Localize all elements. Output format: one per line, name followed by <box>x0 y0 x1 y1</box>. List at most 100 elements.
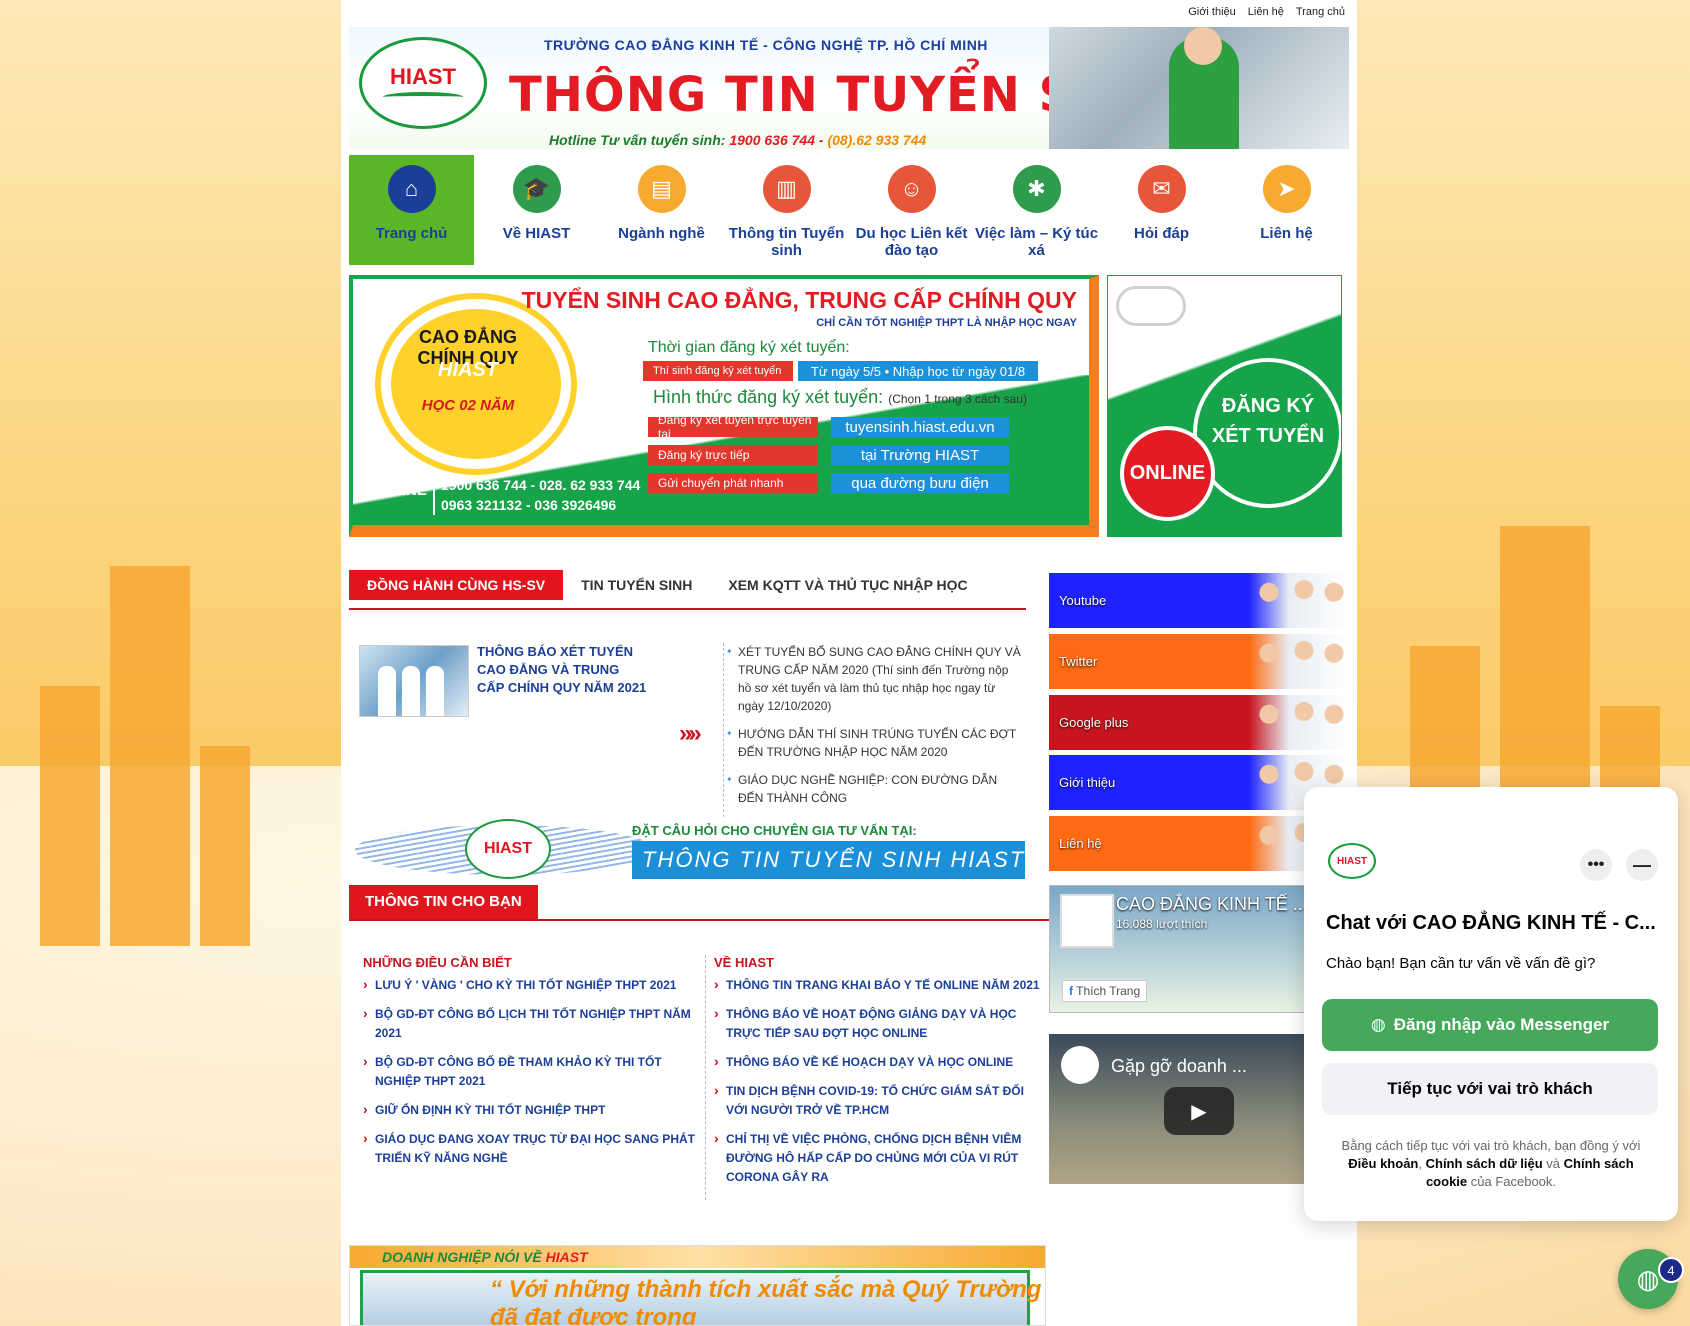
more-options-icon[interactable]: ••• <box>1580 849 1612 881</box>
list-item[interactable]: CHỈ THỊ VỀ VIỆC PHÒNG, CHỐNG DỊCH BỆNH V… <box>714 1129 1040 1187</box>
list-item[interactable]: THÔNG BÁO VỀ HOẠT ĐỘNG GIẢNG DẠY VÀ HỌC … <box>714 1004 1040 1043</box>
nav-majors[interactable]: ▤ Ngành nghề <box>599 155 724 265</box>
youtube-channel-avatar[interactable] <box>1061 1046 1099 1084</box>
banner-hotline-line-1: 1900 636 744 - 028. 62 933 744 <box>441 477 641 493</box>
chat-title: Chat với CAO ĐẲNG KINH TẾ - C... <box>1326 912 1656 934</box>
ask-box: THÔNG TIN TUYỂN SINH HIAST <box>632 841 1025 879</box>
double-arrow-icon[interactable]: »» <box>679 720 702 748</box>
list-item[interactable]: TIN DỊCH BỆNH COVID-19: TỔ CHỨC GIÁM SÁT… <box>714 1081 1040 1120</box>
page-container: Giới thiệu Liên hệ Trang chủ HIAST TRƯỜN… <box>341 0 1357 1326</box>
list-item[interactable]: XÉT TUYỂN BỔ SUNG CAO ĐẲNG CHÍNH QUY VÀ … <box>726 643 1023 715</box>
time-label: Thời gian đăng ký xét tuyển: <box>648 339 850 356</box>
play-button-icon[interactable]: ▶ <box>1164 1087 1234 1135</box>
ask-expert-banner[interactable]: HIAST ĐẶT CÂU HỎI CHO CHUYÊN GIA TƯ VẤN … <box>355 815 1025 885</box>
admissions-banner[interactable]: CAO ĐẲNG CHÍNH QUY HIAST HỌC 02 NĂM TUYỂ… <box>349 275 1099 537</box>
badge-brand: HIAST <box>438 359 498 381</box>
hotline-label: Hotline Tư vấn tuyển sinh: <box>549 132 726 148</box>
nav-about[interactable]: 🎓 Về HIAST <box>474 155 599 265</box>
list-item[interactable]: GIÁO DỤC ĐANG XOAY TRỤC TỪ ĐẠI HỌC SANG … <box>363 1129 698 1168</box>
nav-faq[interactable]: ✉ Hỏi đáp <box>1099 155 1224 265</box>
top-link-home[interactable]: Trang chủ <box>1296 6 1345 18</box>
side-link-label: Twitter <box>1059 654 1098 669</box>
method-1-label: Đăng ký xét tuyển trực tuyến tại <box>648 413 818 441</box>
list-item[interactable]: BỘ GD-ĐT CÔNG BỐ ĐỀ THAM KHẢO KỲ THI TỐT… <box>363 1052 698 1091</box>
nav-label: Liên hệ <box>1260 225 1313 242</box>
side-link-label: Youtube <box>1059 593 1107 608</box>
featured-news-thumbnail[interactable] <box>359 645 469 717</box>
list-item[interactable]: GIỮ ỔN ĐỊNH KỲ THI TỐT NGHIỆP THPT <box>363 1100 698 1120</box>
logo-text: HIAST <box>390 64 456 89</box>
online-badge: ONLINE <box>1120 426 1215 521</box>
lightbulb-icon: ✱ <box>1012 165 1061 213</box>
banner-title: TUYỂN SINH CAO ĐẲNG, TRUNG CẤP CHÍNH QUY <box>521 287 1077 313</box>
nav-admissions[interactable]: ▥ Thông tin Tuyển sinh <box>724 155 849 265</box>
chat-terms: Bằng cách tiếp tục với vai trò khách, bạ… <box>1326 1137 1656 1191</box>
register-title: ĐĂNG KÝ XÉT TUYỂN <box>1211 395 1325 447</box>
hiast-logo[interactable]: HIAST <box>359 37 487 129</box>
messenger-login-button[interactable]: ◍ Đăng nhập vào Messenger <box>1322 999 1658 1051</box>
messenger-bubble-button[interactable]: ◍ 4 <box>1618 1249 1684 1309</box>
list-item[interactable]: HƯỚNG DẪN THÍ SINH TRÚNG TUYỂN CÁC ĐỢT Đ… <box>726 725 1023 761</box>
featured-news-title[interactable]: THÔNG BÁO XÉT TUYỂN CAO ĐẲNG VÀ TRUNG CẤ… <box>477 643 647 697</box>
method-note: (Chọn 1 trong 3 cách sau) <box>888 392 1027 406</box>
minimize-icon[interactable]: — <box>1626 849 1658 881</box>
testimonial-quote: “ Với những thành tích xuất sắc mà Quý T… <box>490 1276 1042 1326</box>
student-icon: ☺ <box>887 165 936 213</box>
continue-as-guest-button[interactable]: Tiếp tục với vai trò khách <box>1322 1063 1658 1115</box>
nav-study-abroad[interactable]: ☺ Du học Liên kết đào tạo <box>849 155 974 265</box>
unread-count-badge: 4 <box>1658 1257 1684 1283</box>
graduation-cap-icon: 🎓 <box>512 165 561 213</box>
method-label: Hình thức đăng ký xét tuyển: (Chọn 1 tro… <box>653 387 1027 408</box>
chat-page-logo: HIAST <box>1328 843 1376 879</box>
facebook-like-label: Thích Trang <box>1076 984 1141 998</box>
banner-hotline-label: HOTLINE <box>361 482 427 499</box>
business-testimonial[interactable]: DOANH NGHIỆP NÓI VỀ HIAST “ Với những th… <box>349 1245 1046 1326</box>
tab-student-support[interactable]: ĐỒNG HÀNH CÙNG HS-SV <box>349 570 564 600</box>
side-link-label: Liên hệ <box>1059 836 1102 851</box>
banner-subtitle: CHỈ CẦN TỐT NGHIỆP THPT LÀ NHẬP HỌC NGAY <box>816 317 1077 329</box>
terms-link[interactable]: Điều khoản <box>1348 1156 1418 1171</box>
list-item[interactable]: THÔNG TIN TRANG KHAI BÁO Y TẾ ONLINE NĂM… <box>714 975 1040 995</box>
header-hotline: Hotline Tư vấn tuyển sinh: 1900 636 744 … <box>549 132 926 148</box>
method-2-value: tại Trường HIAST <box>831 445 1009 465</box>
facebook-like-page-button[interactable]: f Thích Trang <box>1062 980 1148 1002</box>
list-item[interactable]: GIÁO DỤC NGHỀ NGHIỆP: CON ĐƯỜNG DẪN ĐẾN … <box>726 771 1023 807</box>
news-list: XÉT TUYỂN BỔ SUNG CAO ĐẲNG CHÍNH QUY VÀ … <box>723 643 1023 817</box>
tab-results[interactable]: XEM KQTT VÀ THỦ TỤC NHẬP HỌC <box>710 570 985 600</box>
student-figure <box>426 666 444 716</box>
chat-greeting: Chào bạn! Bạn cần tư vấn về vấn đề gì? <box>1326 955 1596 972</box>
student-head <box>1184 27 1222 65</box>
list-item[interactable]: LƯU Ý ' VÀNG ' CHO KỲ THI TỐT NGHIỆP THP… <box>363 975 698 995</box>
main-nav: ⌂ Trang chủ 🎓 Về HIAST ▤ Ngành nghề ▥ Th… <box>349 155 1349 265</box>
time-pill: Thí sinh đăng ký xét tuyển <box>643 361 793 381</box>
people-photo <box>1249 573 1349 628</box>
column-title: VỀ HIAST <box>714 955 774 970</box>
badge-duration: HỌC 02 NĂM <box>421 397 515 414</box>
tab-admission-news[interactable]: TIN TUYỂN SINH <box>563 570 710 600</box>
hiast-logo-small: HIAST <box>465 819 551 879</box>
student-figure <box>402 666 420 716</box>
nav-label: Việc làm – Ký túc xá <box>974 225 1099 259</box>
side-link-twitter[interactable]: Twitter <box>1049 634 1349 689</box>
nav-jobs-dorm[interactable]: ✱ Việc làm – Ký túc xá <box>974 155 1099 265</box>
nav-contact[interactable]: ➤ Liên hệ <box>1224 155 1349 265</box>
books-icon: ▥ <box>762 165 811 213</box>
youtube-video-title[interactable]: Gặp gỡ doanh ... <box>1111 1056 1247 1077</box>
school-name: TRƯỜNG CAO ĐẲNG KINH TẾ - CÔNG NGHỆ TP. … <box>544 37 988 53</box>
register-online-banner[interactable]: ĐĂNG KÝ XÉT TUYỂN ONLINE <box>1107 275 1342 537</box>
data-policy-link[interactable]: Chính sách dữ liệu <box>1426 1156 1543 1171</box>
logo-arc <box>383 92 463 102</box>
facebook-page-title[interactable]: CAO ĐẲNG KINH TẾ ... <box>1116 894 1308 915</box>
side-link-google-plus[interactable]: Google plus <box>1049 695 1349 750</box>
list-item[interactable]: BỘ GD-ĐT CÔNG BỐ LỊCH THI TỐT NGHIỆP THP… <box>363 1004 698 1043</box>
top-link-about[interactable]: Giới thiệu <box>1188 6 1236 18</box>
top-link-contact[interactable]: Liên hệ <box>1248 6 1284 18</box>
top-links: Giới thiệu Liên hệ Trang chủ <box>1188 6 1345 18</box>
testimonial-bar: DOANH NGHIỆP NÓI VỀ HIAST <box>350 1246 1045 1268</box>
nav-home[interactable]: ⌂ Trang chủ <box>349 155 474 265</box>
terms-separator: , <box>1418 1156 1426 1171</box>
side-link-youtube[interactable]: Youtube <box>1049 573 1349 628</box>
home-icon: ⌂ <box>387 165 436 213</box>
messenger-login-label: Đăng nhập vào Messenger <box>1393 1015 1610 1034</box>
list-item[interactable]: THÔNG BÁO VỀ KẾ HOẠCH DẠY VÀ HỌC ONLINE <box>714 1052 1040 1072</box>
